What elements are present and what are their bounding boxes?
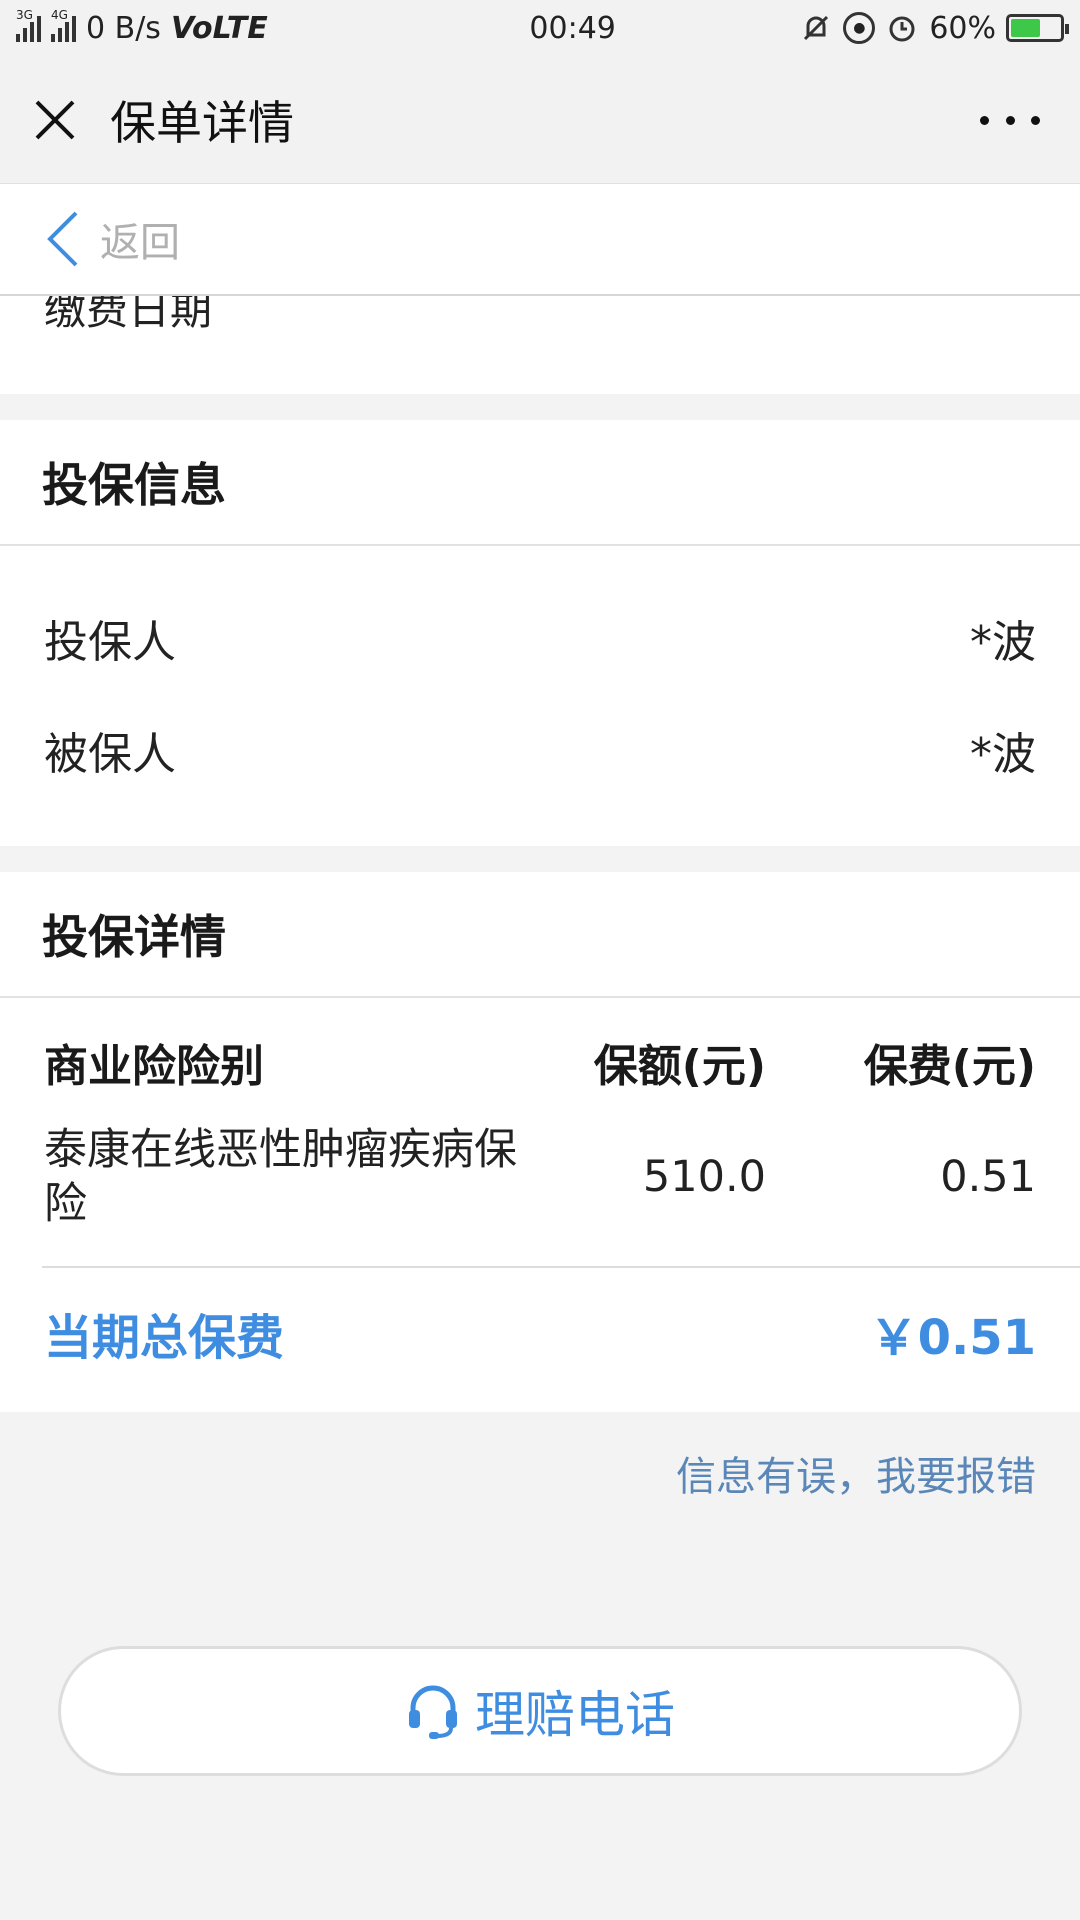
volte-indicator: VoLTE: [170, 10, 268, 46]
close-icon: [35, 100, 75, 139]
more-dot-icon: [980, 115, 989, 125]
insured-value: *波: [970, 729, 1036, 780]
policy-details-card: 投保详情 商业险险别 保额(元) 保费(元) 泰康在线恶性肿瘤疾病保险 510.…: [0, 872, 1080, 1412]
status-right: ● 60%: [799, 10, 1069, 46]
policyholder-label: 投保人: [44, 617, 176, 668]
network-speed: 0 B/s: [86, 10, 161, 46]
battery-icon: [1006, 14, 1069, 42]
total-premium-label: 当期总保费: [44, 1310, 285, 1366]
column-sum-insured: 保额(元): [593, 1041, 766, 1092]
alarm-icon: [889, 16, 915, 42]
claim-phone-button[interactable]: 理赔电话: [58, 1646, 1022, 1776]
claim-phone-label: 理赔电话: [475, 1686, 675, 1744]
table-header: 商业险险别 保额(元) 保费(元): [0, 1006, 1080, 1118]
report-error-link[interactable]: 信息有误，我要报错: [676, 1444, 1036, 1502]
battery-percent: 60%: [929, 10, 996, 46]
more-dot-icon: [1005, 115, 1015, 125]
total-premium-value: ￥0.51: [869, 1310, 1036, 1366]
sum-insured-value: 510.0: [642, 1152, 766, 1202]
status-left: 3G 4G 0 B/s VoLTE: [16, 8, 436, 46]
mute-bell-icon: [804, 15, 829, 41]
insured-row: 被保人 *波: [0, 694, 1080, 806]
policy-details-title: 投保详情: [0, 872, 1080, 998]
total-premium-row: 当期总保费 ￥0.51: [0, 1268, 1080, 1398]
insured-label: 被保人: [44, 729, 176, 780]
clock: 00:49: [529, 10, 616, 46]
title-bar: 保单详情: [0, 56, 1080, 184]
policyholder-value: *波: [970, 617, 1036, 668]
column-premium: 保费(元): [863, 1041, 1036, 1092]
close-button[interactable]: [0, 56, 110, 184]
more-dot-icon: [1031, 115, 1040, 125]
insured-info-card: 投保信息 投保人 *波 被保人 *波: [0, 420, 1080, 846]
policyholder-row: 投保人 *波: [0, 582, 1080, 694]
page-title: 保单详情: [110, 95, 294, 150]
back-button[interactable]: 返回: [0, 184, 1080, 296]
rotation-lock-icon: ●: [843, 12, 876, 44]
insured-info-title: 投保信息: [0, 420, 1080, 546]
coverage-name: 泰康在线恶性肿瘤疾病保险: [44, 1125, 517, 1229]
status-bar: 3G 4G 0 B/s VoLTE 00:49 ● 60%: [0, 0, 1080, 56]
chevron-left-icon: [47, 211, 78, 267]
signal-4g-icon: 4G: [51, 8, 76, 42]
network-3g-label: 3G: [16, 8, 33, 22]
more-button[interactable]: [980, 100, 1040, 140]
premium-value: 0.51: [940, 1152, 1036, 1202]
headset-icon: [409, 1685, 457, 1739]
column-coverage-type: 商业险险别: [44, 1041, 264, 1092]
payment-date-section: 缴费日期: [0, 296, 1080, 394]
back-label: 返回: [100, 220, 180, 266]
payment-date-label: 缴费日期: [44, 296, 213, 334]
page: 3G 4G 0 B/s VoLTE 00:49 ● 60% 保单详情 返回 缴费…: [0, 0, 1080, 1920]
table-row: 泰康在线恶性肿瘤疾病保险 510.0 0.51: [0, 1118, 1080, 1236]
signal-3g-icon: 3G: [16, 8, 41, 42]
network-4g-label: 4G: [51, 8, 68, 22]
